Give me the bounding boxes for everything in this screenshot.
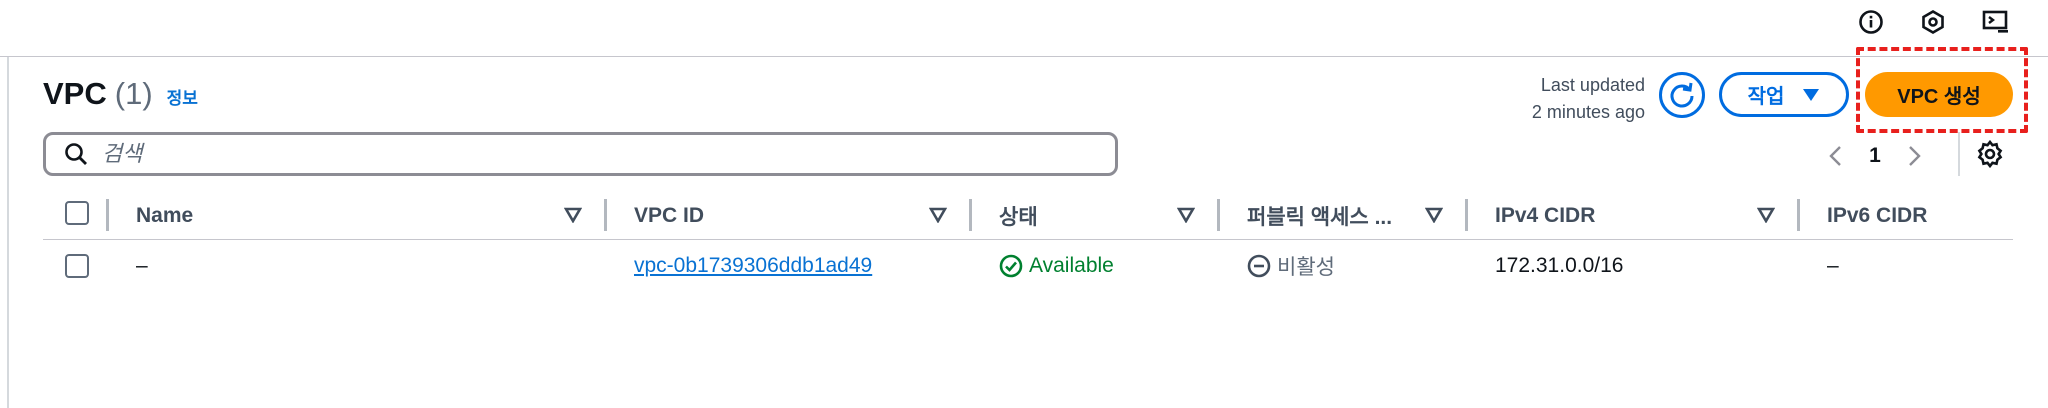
column-divider[interactable] [1217, 199, 1220, 231]
column-divider [106, 199, 109, 231]
search-input[interactable] [102, 141, 1002, 167]
next-page-button[interactable] [1895, 136, 1935, 176]
cell-public-access: 비활성 [1247, 251, 1335, 281]
column-divider[interactable] [969, 199, 972, 231]
row-checkbox[interactable] [65, 254, 89, 278]
table-row[interactable]: – vpc-0b1739306ddb1ad49 Available 비활성 17… [43, 242, 2013, 290]
last-updated: Last updated 2 minutes ago [1532, 72, 1645, 126]
vpc-id-link[interactable]: vpc-0b1739306ddb1ad49 [634, 251, 872, 281]
cell-name: – [136, 254, 148, 277]
column-header-vpc-id[interactable]: VPC ID [634, 199, 704, 233]
prev-page-button[interactable] [1815, 136, 1855, 176]
sort-icon[interactable] [928, 205, 948, 225]
chevron-right-icon [1909, 146, 1921, 166]
table-header: Name VPC ID 상태 퍼블릭 액세스 ... IPv4 CIDR IPv… [43, 193, 2013, 240]
status-disabled-icon [1247, 254, 1271, 278]
top-utility-bar [0, 0, 2048, 57]
column-divider[interactable] [1465, 199, 1468, 231]
sort-icon[interactable] [563, 205, 583, 225]
notifications-icon[interactable] [1919, 8, 1947, 36]
refresh-button[interactable] [1659, 72, 1705, 118]
settings-icon [1977, 139, 2003, 169]
pagination-divider [1958, 132, 1960, 176]
status-text: Available [1029, 254, 1114, 277]
sort-icon[interactable] [1756, 205, 1776, 225]
column-divider[interactable] [604, 199, 607, 231]
cell-ipv6-cidr: – [1827, 254, 1839, 277]
caret-down-icon [1803, 88, 1820, 101]
status-success-icon [999, 254, 1023, 278]
side-nav-rail [0, 57, 9, 408]
column-header-public-access[interactable]: 퍼블릭 액세스 ... [1247, 199, 1392, 233]
pagination: 1 [1815, 136, 1935, 176]
column-header-ipv4-cidr[interactable]: IPv4 CIDR [1495, 199, 1595, 233]
last-updated-label: Last updated [1540, 75, 1645, 95]
table-settings-button[interactable] [1974, 138, 2006, 170]
public-access-text: 비활성 [1277, 256, 1335, 279]
refresh-icon [1670, 82, 1694, 108]
info-link[interactable]: 정보 [167, 84, 198, 109]
search-field[interactable] [43, 132, 1118, 176]
column-header-ipv6-cidr[interactable]: IPv6 CIDR [1827, 199, 1927, 233]
page-title: VPC [43, 76, 107, 111]
resource-count: (1) [114, 76, 153, 111]
page-header: VPC (1) 정보 [43, 76, 198, 112]
info-icon[interactable] [1857, 8, 1885, 36]
cloudshell-icon[interactable] [1982, 8, 2010, 36]
search-icon [65, 143, 87, 165]
column-header-name[interactable]: Name [136, 199, 193, 233]
sort-icon[interactable] [1176, 205, 1196, 225]
cell-ipv4-cidr: 172.31.0.0/16 [1495, 254, 1624, 277]
column-divider[interactable] [1797, 199, 1800, 231]
actions-button-label: 작업 [1747, 86, 1785, 108]
cell-status: Available [999, 251, 1114, 281]
column-header-status[interactable]: 상태 [999, 199, 1038, 233]
actions-dropdown-button[interactable]: 작업 [1719, 72, 1849, 117]
highlight-annotation [1856, 47, 2028, 133]
chevron-left-icon [1829, 146, 1841, 166]
current-page-number[interactable]: 1 [1855, 144, 1895, 168]
last-updated-value: 2 minutes ago [1531, 102, 1645, 122]
sort-icon[interactable] [1424, 205, 1444, 225]
select-all-checkbox[interactable] [65, 201, 89, 225]
